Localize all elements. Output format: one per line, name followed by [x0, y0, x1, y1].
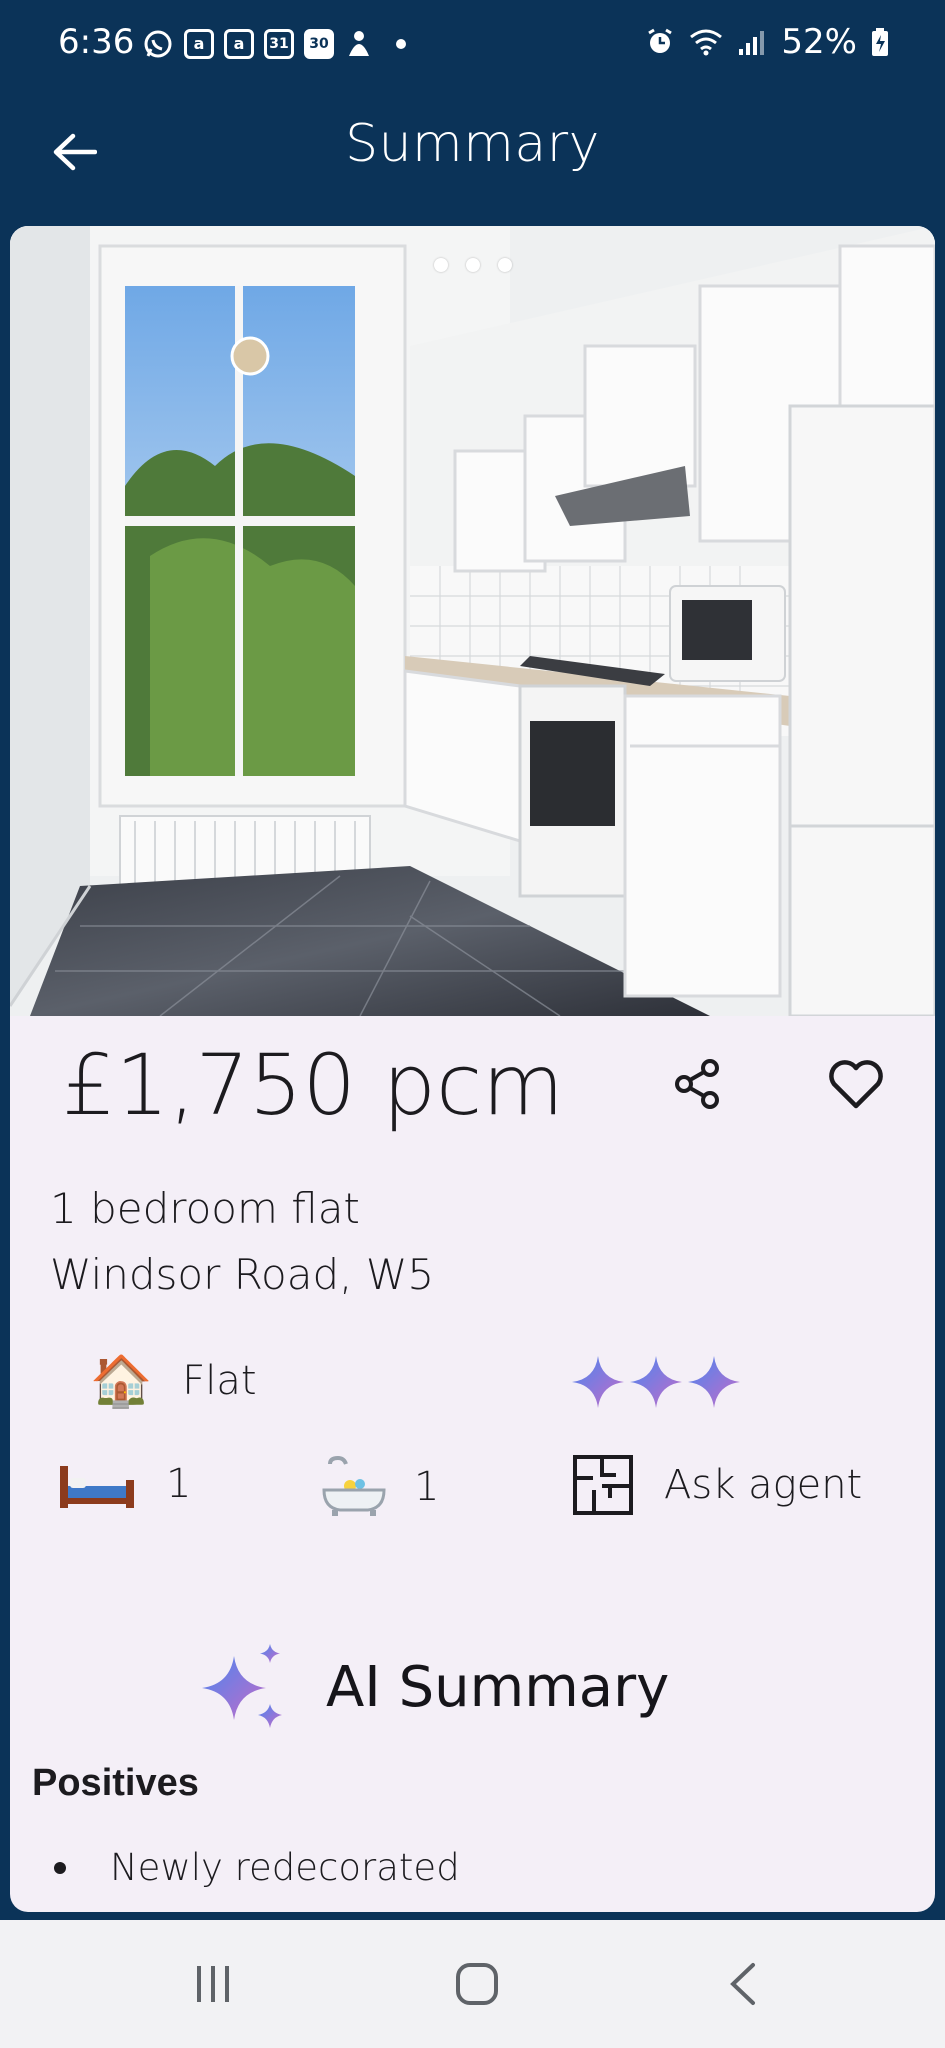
property-type: 1 bedroom flat	[50, 1184, 360, 1233]
listing-price: £1,750 pcm	[62, 1036, 564, 1134]
app-icon	[349, 31, 369, 56]
bedroom-count: 1	[166, 1461, 192, 1507]
property-address: Windsor Road, W5	[50, 1250, 435, 1299]
system-nav-bar	[0, 1920, 945, 2048]
status-time: 6:36	[58, 22, 135, 62]
positives-heading: Positives	[32, 1762, 199, 1804]
bathroom-count: 1	[414, 1464, 440, 1510]
chevron-left-icon	[730, 1963, 755, 2005]
sparkle-icon	[202, 1644, 282, 1728]
calendar-30-icon: 30	[304, 29, 334, 59]
system-back-button[interactable]	[703, 1952, 783, 2016]
recent-apps-button[interactable]	[173, 1952, 253, 2016]
status-bar: 6:36 a a 31 30 52%	[0, 0, 945, 92]
home-button[interactable]	[437, 1952, 517, 2016]
heart-icon	[829, 1060, 883, 1109]
carousel-dot	[497, 258, 512, 272]
floorplan-button[interactable]: Ask agent	[572, 1454, 862, 1516]
battery-icon	[872, 28, 888, 56]
whatsapp-icon	[144, 30, 172, 58]
positive-text: Newly redecorated	[110, 1846, 460, 1889]
ai-summary-header: AI Summary	[200, 1642, 669, 1732]
property-kind: 🏠 Flat	[90, 1356, 257, 1406]
calendar-31-icon: 31	[264, 29, 294, 59]
bedrooms: 1	[58, 1456, 191, 1512]
wifi-icon	[690, 29, 723, 56]
carousel-page-indicator	[10, 258, 935, 272]
signal-icon	[739, 31, 765, 55]
alarm-icon	[648, 28, 673, 53]
bathrooms: 1	[320, 1456, 439, 1518]
amazon-icon: a	[184, 29, 214, 59]
listing-photo-carousel[interactable]	[10, 226, 935, 1016]
home-icon	[456, 1963, 498, 2005]
house-icon: 🏠	[90, 1352, 153, 1410]
bullet-icon	[54, 1861, 66, 1874]
bed-icon	[60, 1466, 134, 1508]
share-icon	[675, 1059, 719, 1109]
more-notifications-dot	[396, 39, 406, 49]
carousel-dot	[433, 258, 448, 272]
list-item: Newly redecorated	[54, 1846, 460, 1889]
listing-card: £1,750 pcm 1 bedroom flat Windsor Road, …	[10, 226, 935, 1912]
battery-level: 52%	[781, 22, 857, 62]
bathtub-icon	[322, 1456, 386, 1516]
page-title: Summary	[345, 114, 600, 174]
share-button[interactable]	[670, 1056, 726, 1112]
ai-sparkles-badge	[568, 1352, 748, 1412]
floorplan-label: Ask agent	[664, 1462, 863, 1508]
app-bar: Summary	[0, 92, 945, 218]
amazon-icon: a	[224, 29, 254, 59]
favourite-button[interactable]	[826, 1056, 886, 1112]
floorplan-icon	[573, 1455, 633, 1515]
notification-icons: a a 31 30	[142, 28, 406, 60]
kitchen-photo	[10, 226, 935, 1016]
property-kind-label: Flat	[182, 1358, 257, 1404]
carousel-dot	[465, 258, 480, 272]
sparkles-icon	[572, 1356, 740, 1408]
ai-summary-title: AI Summary	[326, 1654, 670, 1720]
system-icons: 52%	[645, 22, 889, 62]
recent-apps-icon	[197, 1966, 229, 2002]
